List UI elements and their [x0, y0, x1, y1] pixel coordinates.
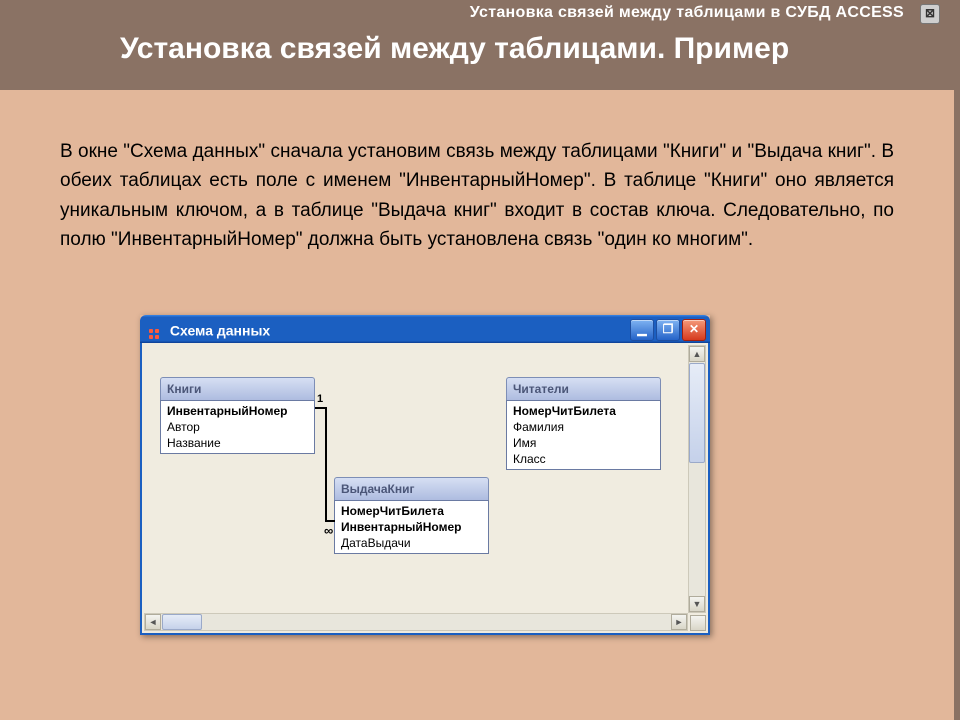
horizontal-scrollbar[interactable]: ◄ ► [144, 613, 688, 631]
breadcrumb: Установка связей между таблицами в СУБД … [470, 4, 904, 22]
field[interactable]: Класс [511, 451, 656, 467]
table-title: Читатели [506, 377, 661, 400]
breadcrumb-bar: Установка связей между таблицами в СУБД … [0, 0, 954, 28]
vertical-scrollbar[interactable]: ▲ ▼ [688, 345, 706, 613]
minimize-button[interactable]: ▁ [630, 319, 654, 341]
scroll-thumb[interactable] [689, 363, 705, 463]
table-title: ВыдачаКниг [334, 477, 489, 500]
field[interactable]: ДатаВыдачи [339, 535, 484, 551]
relationships-window: Схема данных ▁ ❐ ✕ Книги ИнвентарныйНоме… [140, 315, 710, 635]
relation-line[interactable] [325, 407, 327, 522]
field[interactable]: ИнвентарныйНомер [165, 403, 310, 419]
field[interactable]: Имя [511, 435, 656, 451]
relation-line[interactable] [325, 520, 335, 522]
page-title: Установка связей между таблицами. Пример [0, 28, 954, 66]
scroll-right-icon[interactable]: ► [671, 614, 687, 630]
field[interactable]: НомерЧитБилета [511, 403, 656, 419]
slide: Установка связей между таблицами в СУБД … [0, 0, 960, 720]
field[interactable]: Автор [165, 419, 310, 435]
close-icon[interactable]: ⊠ [920, 4, 940, 24]
table-box-issues[interactable]: ВыдачаКниг НомерЧитБилета ИнвентарныйНом… [334, 477, 489, 554]
table-fields: ИнвентарныйНомер Автор Название [160, 400, 315, 454]
scroll-left-icon[interactable]: ◄ [145, 614, 161, 630]
scrollbar-corner [690, 615, 706, 631]
scroll-down-icon[interactable]: ▼ [689, 596, 705, 612]
window-title: Схема данных [170, 322, 270, 338]
description-paragraph: В окне "Схема данных" сначала установим … [60, 137, 894, 255]
table-title: Книги [160, 377, 315, 400]
close-button[interactable]: ✕ [682, 319, 706, 341]
scroll-thumb[interactable] [162, 614, 202, 630]
field[interactable]: НомерЧитБилета [339, 503, 484, 519]
relationships-canvas[interactable]: Книги ИнвентарныйНомер Автор Название Вы… [146, 347, 704, 611]
scroll-up-icon[interactable]: ▲ [689, 346, 705, 362]
body: В окне "Схема данных" сначала установим … [0, 90, 954, 255]
window-client: Книги ИнвентарныйНомер Автор Название Вы… [140, 343, 710, 635]
field[interactable]: Фамилия [511, 419, 656, 435]
title-band: Установка связей между таблицами. Пример [0, 28, 954, 90]
table-fields: НомерЧитБилета ИнвентарныйНомер ДатаВыда… [334, 500, 489, 554]
table-box-books[interactable]: Книги ИнвентарныйНомер Автор Название [160, 377, 315, 454]
table-fields: НомерЧитБилета Фамилия Имя Класс [506, 400, 661, 470]
window-titlebar[interactable]: Схема данных ▁ ❐ ✕ [140, 315, 710, 343]
window-controls: ▁ ❐ ✕ [630, 319, 706, 341]
maximize-button[interactable]: ❐ [656, 319, 680, 341]
field[interactable]: Название [165, 435, 310, 451]
table-box-readers[interactable]: Читатели НомерЧитБилета Фамилия Имя Клас… [506, 377, 661, 470]
relation-cardinality-many: ∞ [324, 523, 333, 538]
relation-cardinality-one: 1 [317, 393, 323, 405]
window-app-icon [148, 323, 162, 337]
field[interactable]: ИнвентарныйНомер [339, 519, 484, 535]
